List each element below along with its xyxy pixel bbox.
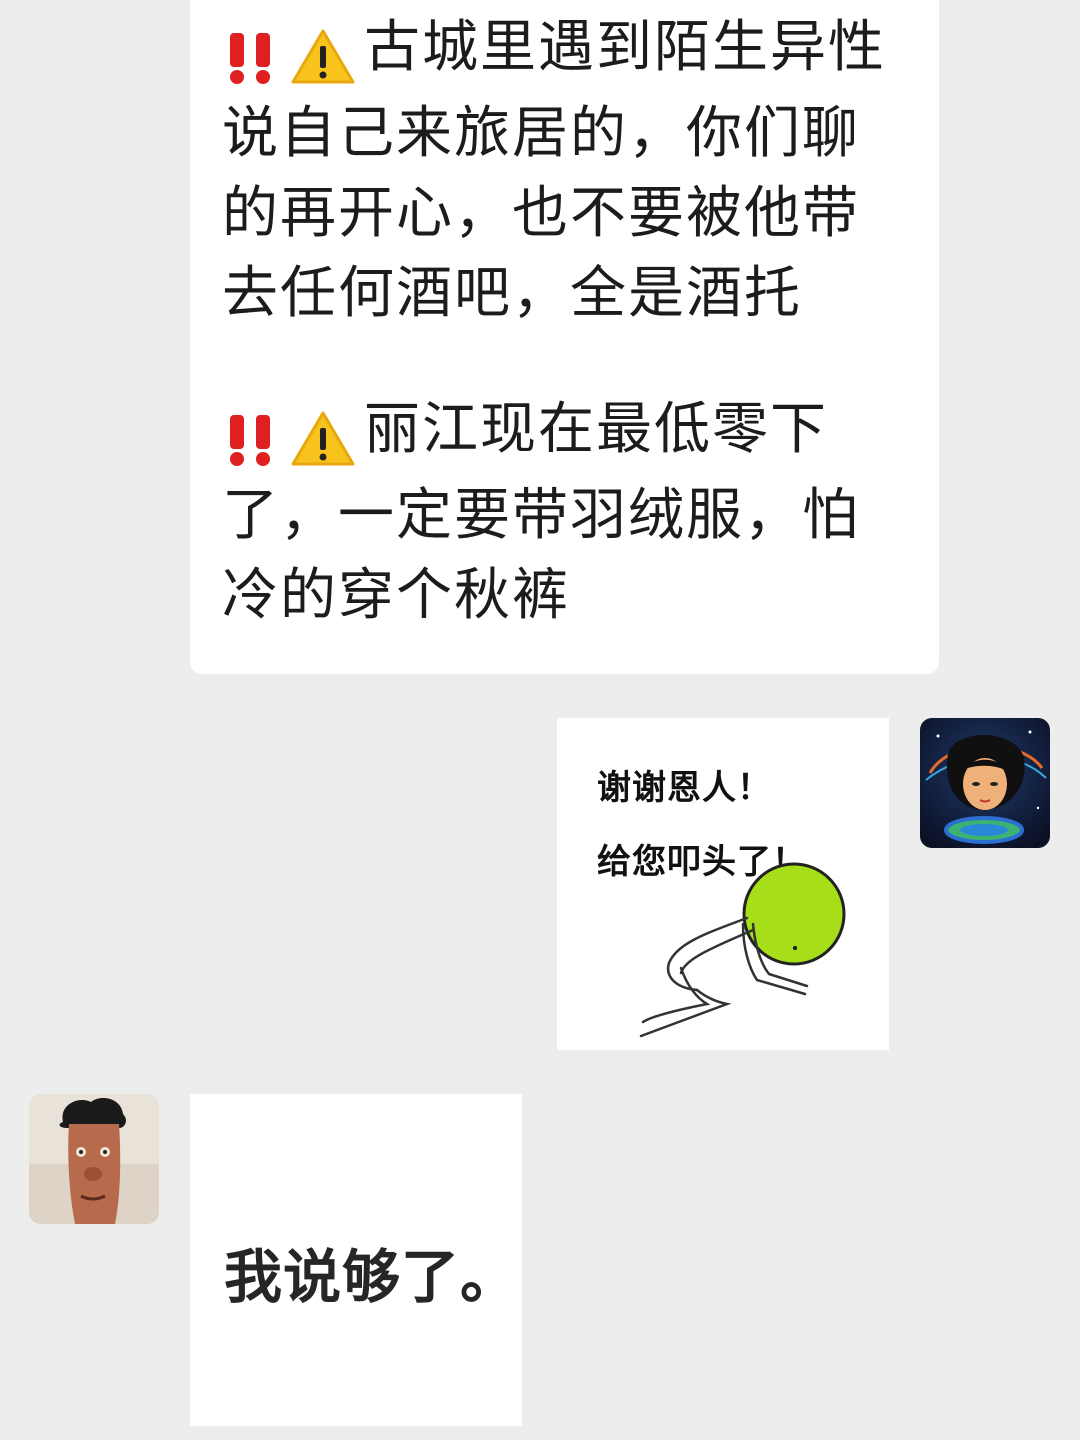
warning-icon [290, 396, 356, 476]
outgoing-sticker[interactable]: 谢谢恩人！ 给您叩头了！ [557, 718, 889, 1050]
chat-window: 古城里遇到陌生异性说自己来旅居的，你们聊的再开心，也不要被他带去任何酒吧，全是酒… [0, 0, 1080, 1440]
cartoon-face-avatar-icon [29, 1094, 159, 1224]
message-paragraph-1: 古城里遇到陌生异性说自己来旅居的，你们聊的再开心，也不要被他带去任何酒吧，全是酒… [222, 8, 912, 334]
galaxy-girl-avatar-icon [920, 718, 1050, 848]
kowtow-figure-icon [639, 862, 846, 1038]
message-paragraph-2: 丽江现在最低零下了，一定要带羽绒服，怕冷的穿个秋裤 [222, 390, 912, 636]
incoming-message-bubble[interactable]: 古城里遇到陌生异性说自己来旅居的，你们聊的再开心，也不要被他带去任何酒吧，全是酒… [190, 0, 939, 674]
double-exclamation-icon [222, 396, 282, 476]
contact-avatar[interactable] [29, 1094, 159, 1224]
self-avatar[interactable] [920, 718, 1050, 848]
double-exclamation-icon [222, 14, 282, 94]
incoming-sticker[interactable]: 我说够了。 [190, 1094, 522, 1426]
incoming-sticker-text: 我说够了。 [224, 1243, 520, 1311]
warning-icon [290, 14, 356, 94]
